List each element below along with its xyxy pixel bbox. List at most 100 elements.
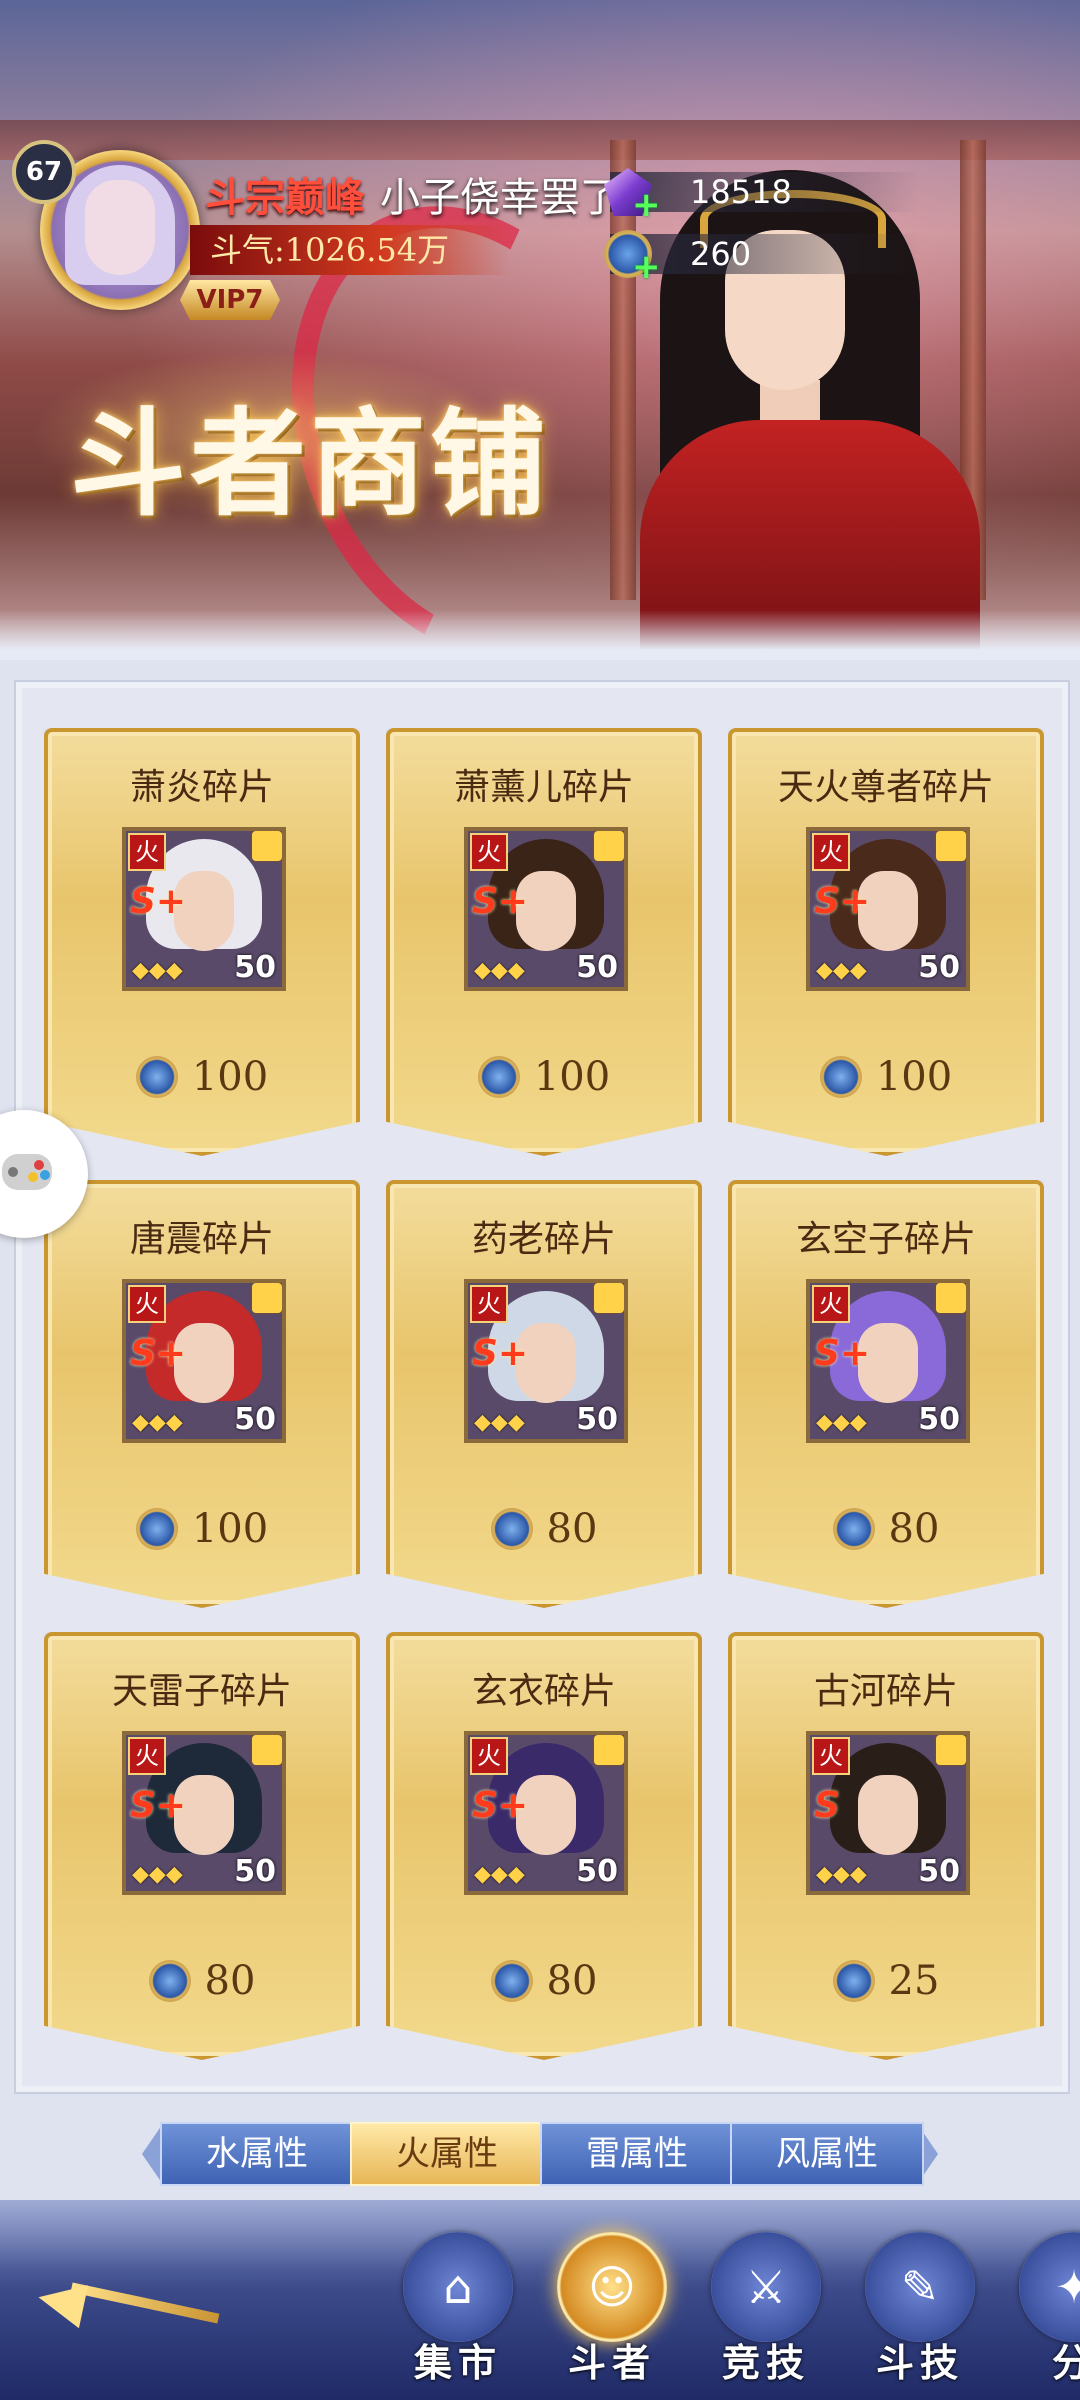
grade-label: S+	[472, 1333, 529, 1374]
price-row: 100	[732, 1054, 1040, 1104]
market-icon: ⌂	[443, 2260, 473, 2314]
vip-badge[interactable]: VIP7	[180, 280, 280, 320]
star-rating-icon: ◆◆◆	[816, 1862, 867, 1887]
shop-item-card[interactable]: 玄衣碎片火 S+ ◆◆◆ 50 80	[386, 1632, 702, 2060]
shard-count: 50	[918, 950, 960, 985]
price-row: 25	[732, 1958, 1040, 2008]
player-name: 小子侥幸罢了	[380, 175, 620, 221]
price-row: 80	[390, 1958, 698, 2008]
tab-fire[interactable]: 火属性	[350, 2122, 544, 2186]
tab-thunder[interactable]: 雷属性	[540, 2122, 734, 2186]
coin-icon	[148, 1960, 191, 2002]
fire-element-icon: 火	[470, 833, 508, 871]
price-value: 80	[888, 1506, 940, 1552]
star-rating-icon: ◆◆◆	[474, 1410, 525, 1435]
star-rating-icon: ◆◆◆	[132, 958, 183, 983]
star-rating-icon: ◆◆◆	[474, 958, 525, 983]
nav-label: 分	[1051, 2340, 1080, 2385]
nav-share[interactable]: ✦ 分	[1014, 2232, 1080, 2392]
nav-label: 竞技	[721, 2340, 810, 2385]
shard-count: 50	[576, 1402, 618, 1437]
nav-skill-book[interactable]: ✎ 斗技	[860, 2232, 980, 2392]
price-value: 25	[888, 1958, 940, 2004]
hero-portrait: 火 S ◆◆◆ 50	[806, 1731, 970, 1895]
puzzle-piece-icon	[594, 1735, 624, 1765]
add-gem-button[interactable]: +	[632, 188, 662, 222]
shard-count: 50	[918, 1854, 960, 1889]
shard-count: 50	[234, 1402, 276, 1437]
back-arrow-icon	[70, 2282, 220, 2324]
price-value: 100	[191, 1054, 269, 1100]
tab-wind[interactable]: 风属性	[730, 2122, 924, 2186]
price-row: 100	[390, 1054, 698, 1104]
hero-portrait: 火 S+ ◆◆◆ 50	[122, 827, 286, 991]
puzzle-piece-icon	[936, 831, 966, 861]
coin-icon	[832, 1508, 875, 1550]
shop-title: 斗者商铺	[70, 396, 550, 532]
shard-count: 50	[576, 1854, 618, 1889]
price-value: 80	[546, 1506, 598, 1552]
puzzle-piece-icon	[252, 831, 282, 861]
grade-label: S+	[472, 1785, 529, 1826]
shop-item-card[interactable]: 天火尊者碎片火 S+ ◆◆◆ 50 100	[728, 728, 1044, 1156]
hero-portrait: 火 S+ ◆◆◆ 50	[806, 827, 970, 991]
nav-market[interactable]: ⌂ 集市	[398, 2232, 518, 2392]
grade-label: S+	[130, 1785, 187, 1826]
shop-item-card[interactable]: 药老碎片火 S+ ◆◆◆ 50 80	[386, 1180, 702, 1608]
item-name: 天火尊者碎片	[777, 767, 994, 808]
coin-balance: + 260	[604, 230, 920, 284]
coin-amount: 260	[690, 235, 752, 273]
price-row: 100	[48, 1054, 356, 1104]
price-value: 100	[191, 1506, 269, 1552]
grade-label: S+	[814, 881, 871, 922]
shard-count: 50	[234, 950, 276, 985]
star-rating-icon: ◆◆◆	[132, 1410, 183, 1435]
shop-item-card[interactable]: 古河碎片火 S ◆◆◆ 50 25	[728, 1632, 1044, 2060]
grade-label: S+	[130, 881, 187, 922]
arena-icon: ⚔	[745, 2260, 787, 2314]
item-name: 唐震碎片	[129, 1219, 274, 1260]
add-coin-button[interactable]: +	[632, 250, 662, 284]
coin-icon	[490, 1508, 533, 1550]
shop-item-card[interactable]: 玄空子碎片火 S+ ◆◆◆ 50 80	[728, 1180, 1044, 1608]
fire-element-icon: 火	[812, 833, 850, 871]
skill-book-icon: ✎	[900, 2260, 940, 2314]
star-rating-icon: ◆◆◆	[816, 1410, 867, 1435]
shop-item-card[interactable]: 萧薰儿碎片火 S+ ◆◆◆ 50 100	[386, 728, 702, 1156]
nav-fighter[interactable]: ☺ 斗者	[552, 2232, 672, 2392]
puzzle-piece-icon	[936, 1283, 966, 1313]
nav-label: 斗技	[875, 2340, 964, 2385]
item-name: 古河碎片	[813, 1671, 958, 1712]
back-button[interactable]	[30, 2268, 230, 2338]
coin-icon	[832, 1960, 875, 2002]
puzzle-piece-icon	[594, 1283, 624, 1313]
shop-item-card[interactable]: 唐震碎片火 S+ ◆◆◆ 50 100	[44, 1180, 360, 1608]
shop-item-card[interactable]: 天雷子碎片火 S+ ◆◆◆ 50 80	[44, 1632, 360, 2060]
coin-icon	[490, 1960, 533, 2002]
coin-icon	[135, 1056, 178, 1098]
hero-portrait: 火 S+ ◆◆◆ 50	[122, 1731, 286, 1895]
tab-water[interactable]: 水属性	[160, 2122, 354, 2186]
element-tabs: 水属性 火属性 雷属性 风属性	[142, 2122, 938, 2186]
coin-icon	[135, 1508, 178, 1550]
back-arrow-head	[33, 2275, 89, 2329]
share-icon: ✦	[1054, 2260, 1080, 2314]
fire-element-icon: 火	[128, 1285, 166, 1323]
grade-label: S+	[472, 881, 529, 922]
price-row: 100	[48, 1506, 356, 1556]
star-rating-icon: ◆◆◆	[816, 958, 867, 983]
gem-balance: + 18518	[604, 168, 920, 222]
nav-arena[interactable]: ⚔ 竞技	[706, 2232, 826, 2392]
price-row: 80	[732, 1506, 1040, 1556]
shop-item-card[interactable]: 萧炎碎片火 S+ ◆◆◆ 50 100	[44, 728, 360, 1156]
star-rating-icon: ◆◆◆	[132, 1862, 183, 1887]
nav-label: 集市	[413, 2340, 502, 2385]
item-name: 萧炎碎片	[129, 767, 274, 808]
hero-portrait: 火 S+ ◆◆◆ 50	[464, 1279, 628, 1443]
price-value: 80	[546, 1958, 598, 2004]
banner-fade	[0, 610, 1080, 660]
rank-title: 斗宗巅峰	[205, 174, 365, 221]
item-name: 萧薰儿碎片	[453, 767, 634, 808]
fire-element-icon: 火	[812, 1285, 850, 1323]
coin-icon	[819, 1056, 862, 1098]
